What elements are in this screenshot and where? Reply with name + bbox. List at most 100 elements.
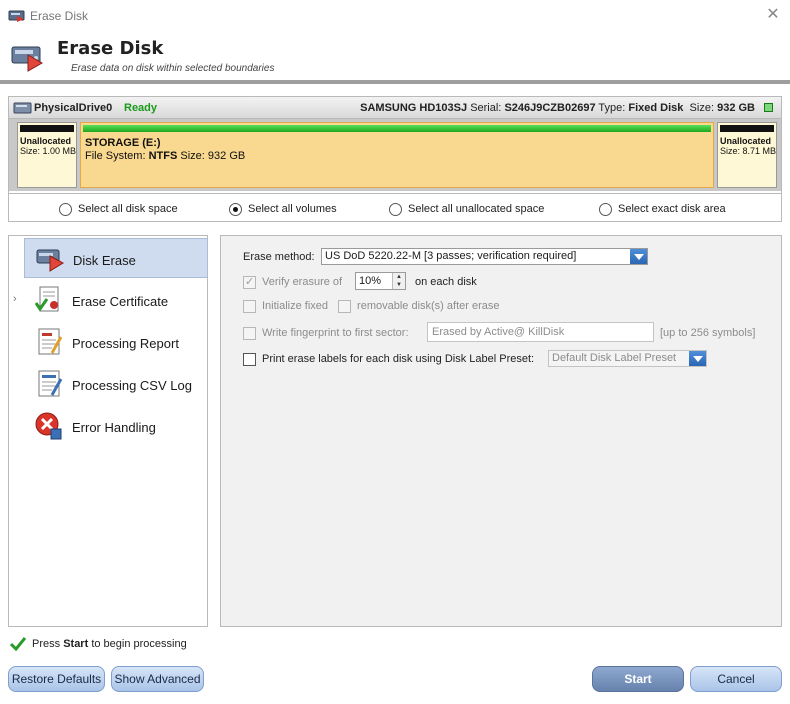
disk-panel: PhysicalDrive0 Ready SAMSUNG HD103SJ Ser…: [8, 96, 782, 222]
partition-size-label: Size:: [720, 146, 741, 156]
partition-unallocated-end[interactable]: Unallocated Size: 8.71 MB: [717, 122, 777, 188]
initialize-row: Initialize fixed removable disk(s) after…: [243, 297, 500, 315]
disk-status: Ready: [124, 102, 158, 114]
page-title: Erase Disk: [57, 38, 164, 59]
cancel-button[interactable]: Cancel: [690, 666, 782, 692]
nav-item-disk-erase[interactable]: Disk Erase: [24, 238, 208, 278]
disk-name: PhysicalDrive0: [34, 102, 113, 114]
radio-circle: [599, 202, 612, 216]
print-labels-checkbox[interactable]: [243, 352, 256, 366]
restore-defaults-button[interactable]: Restore Defaults: [8, 666, 105, 692]
partition-size: 1.00 MB: [42, 146, 77, 156]
start-button[interactable]: Start: [592, 666, 684, 692]
radio-circle: [59, 202, 72, 216]
fingerprint-row: Write fingerprint to first sector:: [243, 324, 409, 342]
verify-suffix: on each disk: [415, 276, 477, 288]
radio-label: Select all disk space: [78, 203, 178, 215]
show-advanced-button[interactable]: Show Advanced: [111, 666, 204, 692]
disk-erase-header-icon: [11, 46, 44, 72]
disk-erase-settings: Erase method: US DoD 5220.22-M [3 passes…: [220, 235, 782, 627]
partition-fs: NTFS: [148, 150, 178, 162]
verify-percent-spinner[interactable]: 10% ▲ ▼: [355, 272, 406, 290]
label-preset-select[interactable]: Default Disk Label Preset: [548, 350, 707, 367]
disk-status-led: [764, 103, 773, 112]
verify-checkbox[interactable]: [243, 275, 256, 289]
status-hint: Press Start to begin processing: [10, 636, 187, 652]
partition-size: 8.71 MB: [742, 146, 777, 156]
partition-title: Unallocated: [720, 136, 772, 146]
size-label: Size:: [689, 102, 715, 114]
fs-label: File System:: [85, 150, 146, 162]
radio-select-all-volumes[interactable]: Select all volumes: [229, 202, 337, 216]
checkmark-icon: [10, 637, 26, 651]
disk-header[interactable]: PhysicalDrive0 Ready SAMSUNG HD103SJ Ser…: [9, 97, 781, 119]
serial-label: Serial:: [470, 102, 502, 114]
nav-label: Processing CSV Log: [72, 378, 192, 393]
nav-item-error-handling[interactable]: Error Handling: [24, 406, 208, 446]
disk-type: Fixed Disk: [628, 102, 684, 114]
partition-title: STORAGE (E:): [85, 137, 161, 149]
initialize-removable-label: removable disk(s) after erase: [357, 300, 500, 312]
radio-circle: [229, 202, 242, 216]
dialog-header: Erase Disk Erase data on disk within sel…: [0, 32, 790, 84]
disk-serial: S246J9CZB02697: [504, 102, 596, 114]
nav-label: Processing Report: [72, 336, 179, 351]
hint-bold: Start: [63, 638, 89, 650]
verify-suffix-row: on each disk: [415, 273, 477, 291]
disk-erase-icon: [36, 249, 65, 272]
title-bar: Erase Disk ✕: [0, 0, 790, 32]
partition-title: Unallocated: [20, 136, 72, 146]
nav-item-processing-csv-log[interactable]: Processing CSV Log: [24, 364, 208, 404]
hint-prefix: Press: [32, 638, 61, 650]
radio-label: Select all unallocated space: [408, 203, 545, 215]
page-subtitle: Erase data on disk within selected bound…: [71, 63, 275, 74]
spinner-arrows-icon[interactable]: ▲ ▼: [392, 273, 405, 289]
partition-bar: [83, 125, 711, 132]
disk-info: SAMSUNG HD103SJ Serial: S246J9CZB02697 T…: [360, 102, 755, 114]
chevron-down-icon[interactable]: [630, 249, 647, 264]
partition-size-label: Size:: [180, 150, 205, 162]
hard-drive-icon: [13, 102, 32, 114]
fingerprint-hint: [up to 256 symbols]: [660, 327, 756, 339]
nav-label: Disk Erase: [73, 253, 136, 268]
radio-select-all-disk-space[interactable]: Select all disk space: [59, 202, 178, 216]
erase-method-label: Erase method:: [243, 251, 315, 263]
disk-model: SAMSUNG HD103SJ: [360, 102, 468, 114]
window-title: Erase Disk: [30, 9, 89, 23]
close-icon[interactable]: ✕: [764, 6, 782, 24]
disk-map: Unallocated Size: 1.00 MB STORAGE (E:) Fil…: [9, 119, 781, 191]
verify-label: Verify erasure of: [262, 276, 343, 288]
partition-storage[interactable]: STORAGE (E:) File System: NTFS Size: 932 …: [80, 122, 714, 188]
nav-item-erase-certificate[interactable]: Erase Certificate: [24, 280, 208, 320]
radio-label: Select all volumes: [248, 203, 337, 215]
fingerprint-input[interactable]: Erased by Active@ KillDisk: [427, 322, 654, 342]
disk-erase-app-icon: [8, 10, 25, 22]
chevron-right-icon[interactable]: ›: [13, 293, 17, 305]
partition-unallocated-start[interactable]: Unallocated Size: 1.00 MB: [17, 122, 77, 188]
radio-select-exact-area[interactable]: Select exact disk area: [599, 202, 726, 216]
partition-size: 932 GB: [207, 150, 246, 162]
initialize-fixed-checkbox[interactable]: [243, 299, 256, 313]
radio-label: Select exact disk area: [618, 203, 726, 215]
initialize-removable-checkbox[interactable]: [338, 299, 352, 313]
partition-size-label: Size:: [20, 146, 41, 156]
chevron-down-icon[interactable]: [689, 351, 706, 366]
label-preset-value: Default Disk Label Preset: [552, 352, 677, 364]
fingerprint-label: Write fingerprint to first sector:: [262, 327, 409, 339]
nav-item-processing-report[interactable]: Processing Report: [24, 322, 208, 362]
print-labels-label: Print erase labels for each disk using D…: [262, 353, 535, 365]
settings-nav: Disk Erase › Erase Certificate Processin…: [8, 235, 208, 627]
csv-log-icon: [38, 370, 63, 397]
type-label: Type:: [598, 102, 626, 114]
radio-select-all-unallocated[interactable]: Select all unallocated space: [389, 202, 544, 216]
status-hint-text: Press Start to begin processing: [32, 638, 187, 650]
fingerprint-hint-row: [up to 256 symbols]: [660, 324, 755, 342]
initialize-fixed-label: Initialize fixed: [262, 300, 329, 312]
erase-method-select[interactable]: US DoD 5220.22-M [3 passes; verification…: [321, 248, 648, 265]
erase-method-row: Erase method:: [243, 248, 315, 266]
partition-bar: [720, 125, 774, 132]
erase-method-value: US DoD 5220.22-M [3 passes; verification…: [325, 250, 577, 262]
print-labels-row: Print erase labels for each disk using D…: [243, 350, 534, 368]
report-icon: [38, 328, 63, 355]
fingerprint-checkbox[interactable]: [243, 326, 256, 340]
